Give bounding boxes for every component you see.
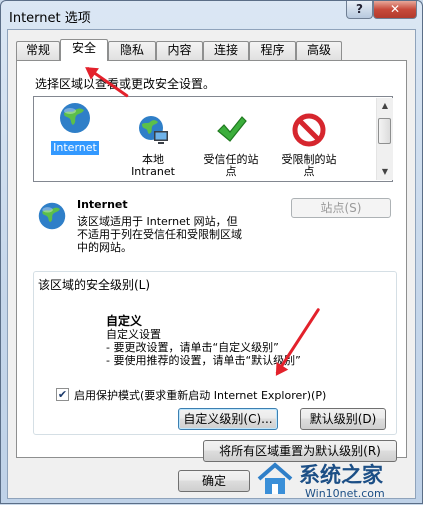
help-button[interactable]: ? bbox=[346, 1, 373, 19]
zone-restricted-sites[interactable]: 受限制的站 点 bbox=[272, 101, 346, 179]
security-level-label: 该区域的安全级别(L) bbox=[38, 278, 151, 292]
zone-label: Internet bbox=[51, 141, 99, 155]
zone-trusted-sites[interactable]: 受信任的站 点 bbox=[194, 101, 268, 179]
zone-list[interactable]: Internet 本地 Intranet 受信任的站 点 受限制的站 点 ▲ ▼ bbox=[33, 96, 393, 182]
watermark-url: Win10net.com bbox=[305, 487, 385, 500]
dialog-client-area: 常规 安全 隐私 内容 连接 程序 高级 选择区域以查看或更改安全设置。 Int… bbox=[7, 29, 416, 499]
scroll-up-icon[interactable]: ▲ bbox=[377, 98, 393, 114]
zone-list-scrollbar[interactable]: ▲ ▼ bbox=[376, 98, 393, 180]
security-tab-panel: 选择区域以查看或更改安全设置。 Internet 本地 Intranet 受信任… bbox=[16, 60, 407, 462]
prohibited-icon bbox=[292, 113, 326, 147]
zone-info-globe-icon bbox=[38, 202, 66, 230]
title-bar[interactable]: Internet 选项 ? ✕ bbox=[1, 1, 422, 29]
scroll-down-icon[interactable]: ▼ bbox=[377, 164, 393, 180]
tab-general[interactable]: 常规 bbox=[16, 41, 60, 60]
tab-programs[interactable]: 程序 bbox=[249, 41, 296, 60]
zone-info-description: 该区域适用于 Internet 网站，但 不适用于列在受信任和受限制区域 中的网… bbox=[77, 215, 242, 254]
zone-label: 本地 Intranet bbox=[131, 153, 175, 178]
security-level-details: 自定义设置 - 要更改设置，请单击“自定义级别” - 要使用推荐的设置，请单击“… bbox=[106, 328, 301, 367]
zone-label: 受信任的站 点 bbox=[203, 153, 259, 178]
security-level-group: 该区域的安全级别(L) 自定义 自定义设置 - 要更改设置，请单击“自定义级别”… bbox=[33, 271, 397, 435]
custom-level-button[interactable]: 自定义级别(C)... bbox=[178, 408, 278, 430]
security-level-name: 自定义 bbox=[106, 314, 143, 328]
tab-privacy[interactable]: 隐私 bbox=[108, 41, 156, 60]
protected-mode-checkbox[interactable]: ✔ bbox=[56, 388, 69, 401]
zone-internet[interactable]: Internet bbox=[38, 101, 112, 155]
tab-advanced[interactable]: 高级 bbox=[296, 41, 342, 60]
tab-content[interactable]: 内容 bbox=[156, 41, 203, 60]
window-title: Internet 选项 bbox=[9, 11, 91, 26]
protected-mode-label: 启用保护模式(要求重新启动 Internet Explorer)(P) bbox=[74, 389, 327, 402]
close-button[interactable]: ✕ bbox=[373, 1, 417, 19]
house-logo-icon bbox=[257, 462, 293, 494]
default-level-button[interactable]: 默认级别(D) bbox=[300, 408, 386, 430]
zone-prompt: 选择区域以查看或更改安全设置。 bbox=[35, 77, 216, 91]
scroll-thumb[interactable] bbox=[378, 118, 391, 144]
globe-icon bbox=[60, 103, 90, 133]
zone-info-name: Internet bbox=[77, 198, 128, 211]
zone-label: 受限制的站 点 bbox=[281, 153, 337, 178]
ok-button[interactable]: 确定 bbox=[178, 470, 250, 492]
sites-button[interactable]: 站点(S) bbox=[291, 198, 391, 218]
tab-connections[interactable]: 连接 bbox=[203, 41, 249, 60]
watermark: 系统之家 Win10net.com bbox=[249, 453, 423, 505]
watermark-brand: 系统之家 bbox=[299, 463, 383, 487]
check-icon bbox=[217, 116, 247, 142]
tab-security[interactable]: 安全 bbox=[60, 39, 108, 61]
intranet-icon bbox=[139, 116, 168, 144]
internet-options-window: Internet 选项 ? ✕ 常规 安全 隐私 内容 连接 程序 高级 选择区… bbox=[0, 0, 423, 504]
zone-local-intranet[interactable]: 本地 Intranet bbox=[116, 101, 190, 179]
